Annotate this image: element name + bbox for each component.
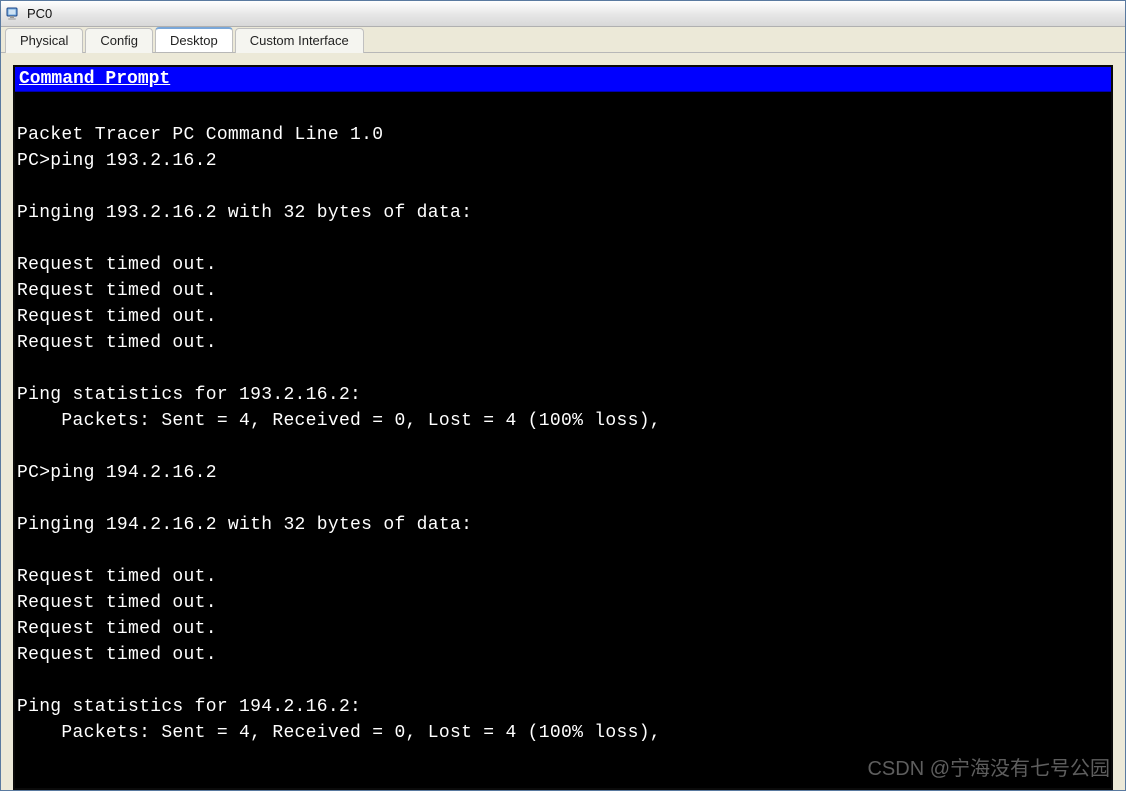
title-bar: PC0	[1, 1, 1125, 27]
tab-desktop[interactable]: Desktop	[155, 27, 233, 52]
command-prompt-window: Command Prompt Packet Tracer PC Command …	[13, 65, 1113, 790]
desktop-content: Command Prompt Packet Tracer PC Command …	[1, 53, 1125, 790]
command-prompt-title: Command Prompt	[15, 67, 1111, 92]
tab-physical[interactable]: Physical	[5, 28, 83, 53]
tab-config[interactable]: Config	[85, 28, 153, 53]
window-title: PC0	[27, 6, 52, 21]
app-window: PC0 Physical Config Desktop Custom Inter…	[0, 0, 1126, 791]
pc-icon	[5, 6, 21, 22]
command-prompt-body[interactable]: Packet Tracer PC Command Line 1.0 PC>pin…	[15, 92, 1111, 788]
tab-custom-interface[interactable]: Custom Interface	[235, 28, 364, 53]
tab-strip: Physical Config Desktop Custom Interface	[1, 27, 1125, 53]
